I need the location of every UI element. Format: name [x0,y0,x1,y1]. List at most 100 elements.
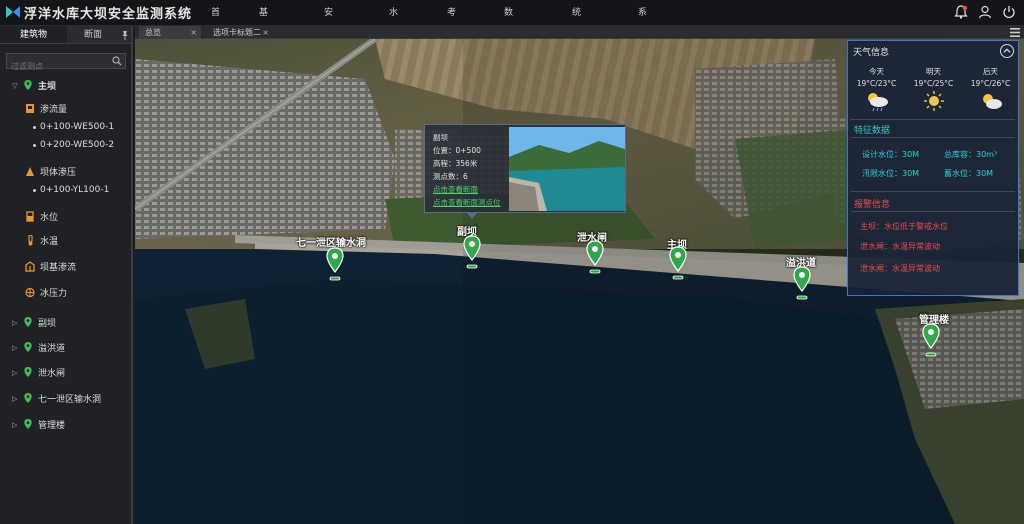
view-section-link[interactable]: 点击查看断面 [433,183,501,196]
location-pin-icon [24,367,32,378]
location-marker-icon[interactable] [585,239,605,279]
divider [851,191,1015,192]
divider [851,119,1015,120]
tab-option-two[interactable]: 选项卡标题二 × [207,26,273,39]
weather-day: 后天 19°C/26°C [962,63,1019,123]
feature-storage-level: 蓄水位：30M [944,169,994,178]
tree-node-tunnel[interactable]: ▷ 七一泄区输水洞 [12,392,101,405]
tree-label: 坝基渗流 [40,263,77,273]
day-temp: 19°C/23°C [856,79,897,88]
thermometer-icon [28,235,33,246]
weather-forecast: 今天 19°C/23°C 明天 19°C/25°C 后天 19°C/26°C [848,63,1020,123]
pressure-icon [26,167,34,176]
search-box [6,53,126,74]
menu-icon[interactable] [1010,28,1020,37]
tree-label: 管理楼 [38,421,66,431]
divider [851,211,1015,212]
day-label: 明天 [926,67,941,76]
collapse-icon[interactable] [1000,44,1014,58]
tree-leaf[interactable]: 0+100-WE500-1 [33,122,114,132]
tree-node-foundation-seepage[interactable]: 坝基渗流 [25,260,76,273]
tree-node-dam-pressure[interactable]: 坝体渗压 [25,165,76,178]
partly-cloudy-icon [982,94,1002,109]
popup-position: 位置：0+500 [433,146,481,155]
tree-label: 0+200-WE500-2 [40,140,115,150]
location-marker-icon[interactable] [325,246,345,286]
view-points-link[interactable]: 点击查看断面测点位 [433,196,501,209]
collapsed-arrow-icon[interactable]: ▷ [12,344,20,352]
collapsed-arrow-icon[interactable]: ▷ [12,369,20,377]
location-pin-icon [24,393,32,404]
bell-icon[interactable] [954,5,968,19]
popup-info: 副坝 位置：0+500 高程：356米 测点数：6 点击查看断面 点击查看断面测… [433,131,501,209]
close-icon[interactable]: × [262,26,269,39]
tab-label: 选项卡标题二 [213,28,261,37]
bullet-icon [33,188,36,192]
location-marker-icon[interactable] [792,265,812,305]
tab-label: 总览 [145,28,161,37]
close-icon[interactable]: × [190,26,197,39]
tree-node-spillway[interactable]: ▷ 溢洪道 [12,341,65,354]
search-icon[interactable] [112,56,122,66]
weather-day: 今天 19°C/23°C [848,63,905,123]
alarm-item[interactable]: 主坝：水位低于警戒水位 [860,221,948,232]
tree-label: 副坝 [38,319,57,329]
location-marker-icon[interactable] [668,245,688,285]
expanded-arrow-icon[interactable]: ▽ [12,82,20,90]
divider [851,137,1015,138]
collapsed-arrow-icon[interactable]: ▷ [12,319,20,327]
logo-icon [6,6,20,18]
map-tabs: 总览 × 选项卡标题二 × [135,26,1024,39]
pin-icon[interactable] [121,30,129,40]
location-pin-icon [24,419,32,430]
location-pin-icon [24,80,32,91]
tree-node-management[interactable]: ▷ 管理楼 [12,418,65,431]
weather-title: 天气信息 [853,48,890,58]
sun-icon [923,91,944,111]
seepage-icon [26,104,34,113]
tree-node-earth-pressure[interactable]: 冰压力 [25,286,67,299]
tree-node-water-temp[interactable]: 水温 [25,234,58,247]
location-pin-icon [24,317,32,328]
location-marker-icon[interactable] [462,234,482,274]
alarm-item[interactable]: 泄水闸：水温异常波动 [860,263,940,274]
tree-label: 0+100-YL100-1 [40,185,110,195]
weather-day: 明天 19°C/25°C [905,63,962,123]
day-label: 今天 [869,67,884,76]
title-bar: 浮洋水库大坝安全监测系统 首页(H) 基本信息(I) 安全监测(M) 水雨情(R… [0,0,1024,122]
info-popup: 副坝 位置：0+500 高程：356米 测点数：6 点击查看断面 点击查看断面测… [424,124,626,219]
tab-sections[interactable]: 断面 [67,26,119,43]
foundation-icon [25,261,35,272]
feature-design-level: 设计水位：30M [862,150,920,159]
collapsed-arrow-icon[interactable]: ▷ [12,395,20,403]
power-icon[interactable] [1002,5,1016,19]
alarm-item[interactable]: 泄水闸：水温异常波动 [860,241,940,252]
user-icon[interactable] [978,5,992,19]
tree-node-seepage[interactable]: 渗流量 [25,102,67,115]
left-tabs: 建筑物 断面 [0,26,131,44]
popup-elevation: 高程：356米 [433,159,478,168]
water-level-icon [26,211,34,222]
tree-node-sluice[interactable]: ▷ 泄水闸 [12,366,65,379]
tree-leaf[interactable]: 0+200-WE500-2 [33,140,114,150]
feature-title: 特征数据 [854,126,891,136]
location-pin-icon [24,342,32,353]
tree-node-main-dam[interactable]: ▽ 主坝 [12,79,56,92]
tree-leaf[interactable]: 0+100-YL100-1 [33,185,109,195]
dam-photo [509,127,625,211]
search-input[interactable] [7,59,107,74]
collapsed-arrow-icon[interactable]: ▷ [12,421,20,429]
bullet-icon [33,143,36,147]
tree-label: 0+100-WE500-1 [40,122,115,132]
tab-buildings[interactable]: 建筑物 [0,26,67,43]
popup-points: 测点数：6 [433,172,468,181]
alarm-title: 报警信息 [854,200,891,210]
location-marker-icon[interactable] [921,322,941,362]
popup-name: 副坝 [433,133,448,142]
feature-flood-level: 汛限水位：30M [862,169,920,178]
tree-node-water-level[interactable]: 水位 [25,210,58,223]
day-temp: 19°C/26°C [970,79,1011,88]
tab-overview[interactable]: 总览 × [139,26,201,39]
tree-node-auxiliary-dam[interactable]: ▷ 副坝 [12,316,56,329]
tree-label: 泄水闸 [38,369,66,379]
